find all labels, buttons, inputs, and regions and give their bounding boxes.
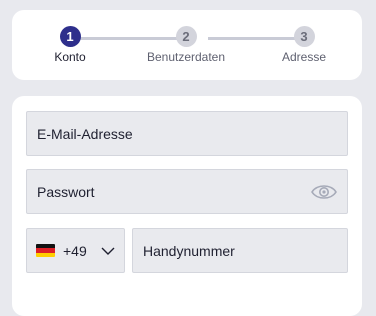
progress-stepper: 1 Konto 2 Benutzerdaten 3 Adresse: [12, 10, 362, 80]
phone-number-field[interactable]: Handynummer: [132, 228, 348, 273]
step-number: 2: [175, 26, 197, 47]
step-label: Adresse: [281, 50, 327, 64]
step-label: Benutzerdaten: [146, 50, 226, 64]
step-benutzerdaten[interactable]: 2 Benutzerdaten: [136, 26, 236, 64]
eye-icon[interactable]: [310, 182, 338, 202]
password-field[interactable]: Passwort: [26, 169, 348, 214]
password-placeholder: Passwort: [37, 183, 95, 200]
email-placeholder: E-Mail-Adresse: [37, 125, 133, 142]
germany-flag-icon: [36, 244, 55, 257]
phone-placeholder: Handynummer: [143, 242, 235, 259]
country-code-select[interactable]: +49: [26, 228, 125, 273]
chevron-down-icon: [101, 247, 115, 255]
step-adresse[interactable]: 3 Adresse: [254, 26, 354, 64]
step-number: 3: [293, 26, 315, 47]
email-field[interactable]: E-Mail-Adresse: [26, 111, 348, 156]
dial-code: +49: [63, 242, 87, 259]
step-number: 1: [59, 26, 81, 47]
registration-form: E-Mail-Adresse Passwort +49 Handynummer: [12, 96, 362, 316]
step-label: Konto: [54, 50, 86, 64]
step-konto[interactable]: 1 Konto: [20, 26, 120, 64]
